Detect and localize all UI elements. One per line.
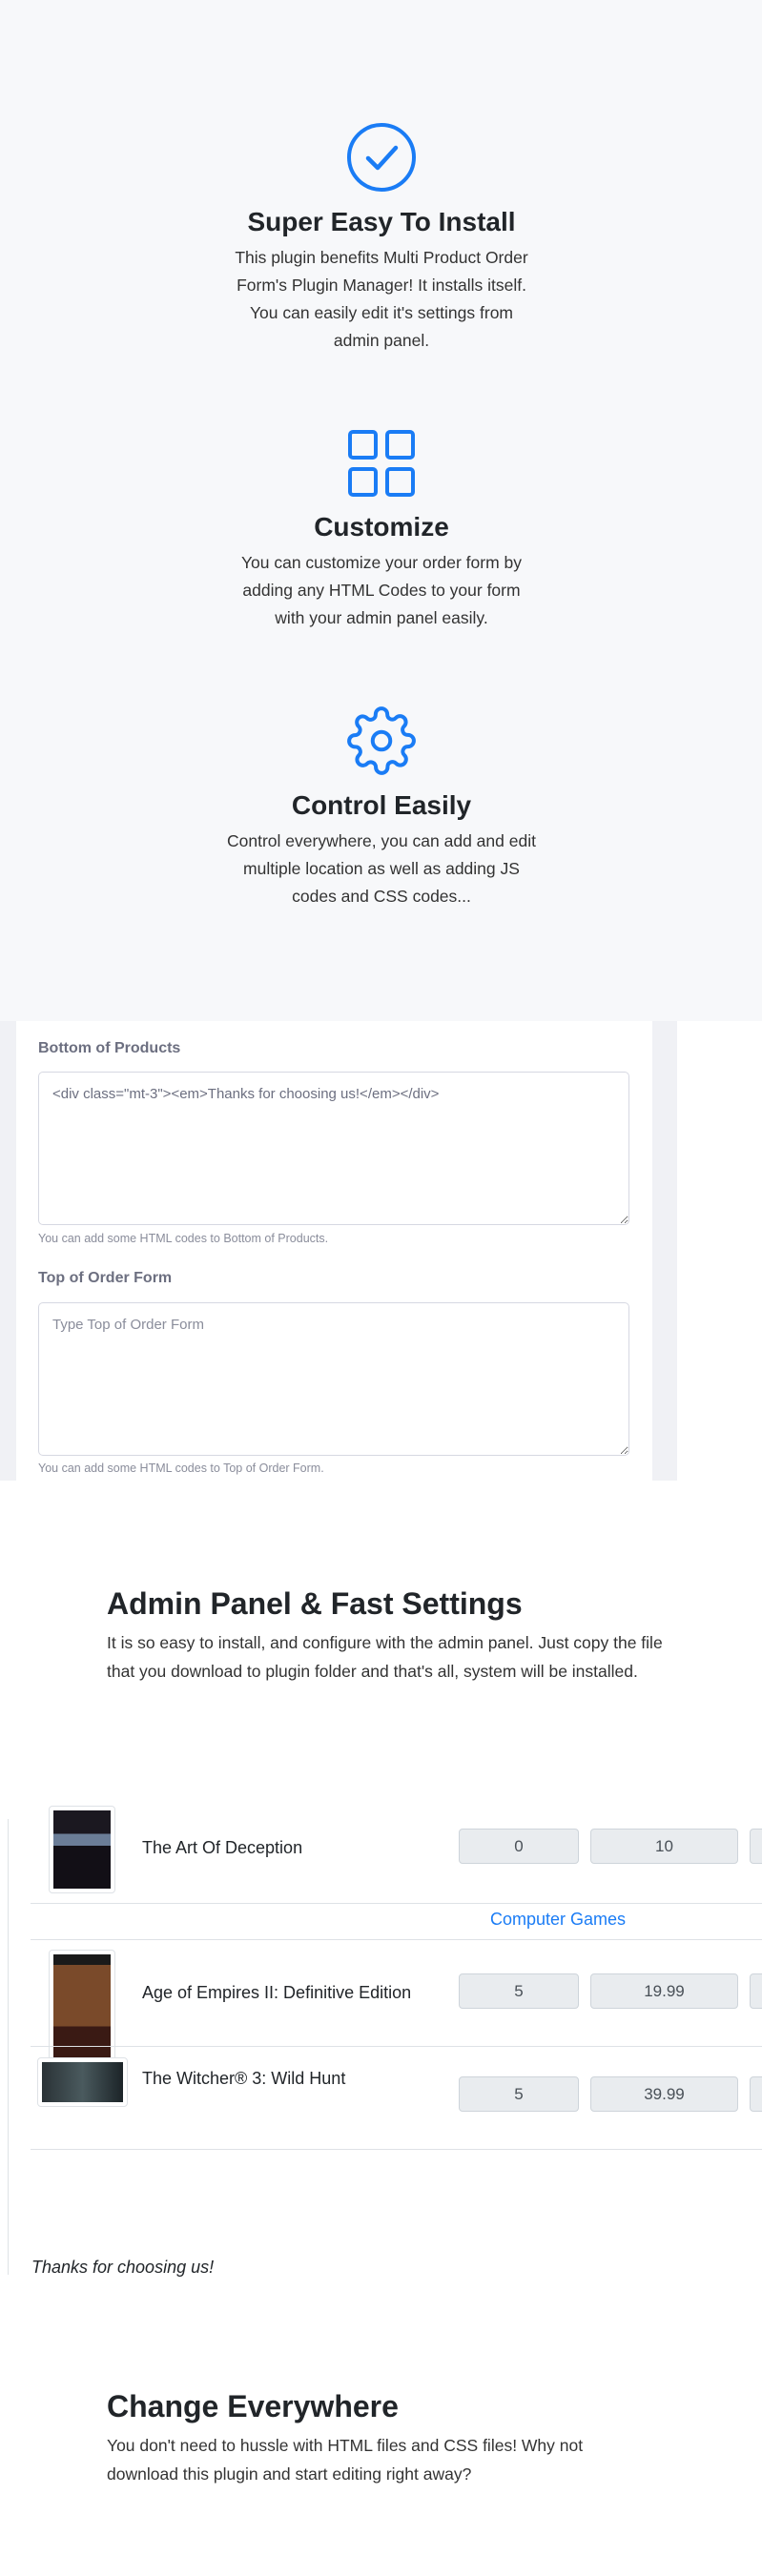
- settings-card: Bottom of Products <div class="mt-3"><em…: [16, 1021, 652, 1481]
- change-section: Change Everywhere You don't need to huss…: [107, 2387, 660, 2488]
- feature-title: Control Easily: [291, 790, 472, 820]
- table-border: [8, 1819, 9, 2275]
- product-thumbnail: [49, 1806, 115, 1893]
- feature-text: This plugin benefits Multi Product Order…: [235, 248, 528, 350]
- feature-customize: Customize You can customize your order f…: [191, 429, 572, 632]
- check-circle-icon: [347, 123, 416, 192]
- bottom-products-help: You can add some HTML codes to Bottom of…: [38, 1232, 329, 1245]
- feature-text: Control everywhere, you can add and edit…: [227, 831, 536, 906]
- gear-icon: [347, 706, 416, 775]
- admin-text: It is so easy to install, and configure …: [107, 1633, 663, 1681]
- total-input[interactable]: [750, 2076, 762, 2112]
- grid-icon: [348, 430, 415, 497]
- product-name: Age of Empires II: Definitive Edition: [142, 1983, 412, 2002]
- price-input[interactable]: 19.99: [590, 1973, 738, 2009]
- product-name: The Witcher® 3: Wild Hunt: [142, 2069, 346, 2088]
- row-divider: [31, 2149, 762, 2150]
- change-title: Change Everywhere: [107, 2389, 399, 2423]
- top-order-form-help: You can add some HTML codes to Top of Or…: [38, 1462, 324, 1475]
- feature-title: Customize: [314, 512, 449, 542]
- bottom-products-label: Bottom of Products: [38, 1040, 181, 1056]
- feature-title: Super Easy To Install: [247, 207, 516, 236]
- category-computer-games[interactable]: Computer Games: [458, 1910, 658, 1930]
- row-divider: [31, 1939, 762, 1940]
- product-name: The Art Of Deception: [142, 1838, 303, 1857]
- quantity-input[interactable]: 5: [459, 2076, 579, 2112]
- admin-title: Admin Panel & Fast Settings: [107, 1586, 523, 1621]
- thanks-message: Thanks for choosing us!: [31, 2258, 215, 2277]
- product-thumbnail: [37, 2057, 128, 2107]
- top-order-form-textarea[interactable]: [38, 1302, 629, 1456]
- total-input[interactable]: [750, 1829, 762, 1864]
- admin-section: Admin Panel & Fast Settings It is so eas…: [107, 1584, 663, 1686]
- feature-install: Super Easy To Install This plugin benefi…: [191, 122, 572, 355]
- bottom-products-textarea[interactable]: <div class="mt-3"><em>Thanks for choosin…: [38, 1072, 629, 1225]
- feature-text: You can customize your order form by add…: [240, 553, 523, 627]
- feature-control: Control Easily Control everywhere, you c…: [191, 705, 572, 910]
- price-input[interactable]: 10: [590, 1829, 738, 1864]
- quantity-input[interactable]: 5: [459, 1973, 579, 2009]
- change-text: You don't need to hussle with HTML files…: [107, 2436, 584, 2484]
- total-input[interactable]: [750, 1973, 762, 2009]
- top-order-form-label: Top of Order Form: [38, 1270, 173, 1286]
- row-divider: [31, 2046, 762, 2047]
- price-input[interactable]: 39.99: [590, 2076, 738, 2112]
- quantity-input[interactable]: 0: [459, 1829, 579, 1864]
- row-divider: [31, 1903, 762, 1904]
